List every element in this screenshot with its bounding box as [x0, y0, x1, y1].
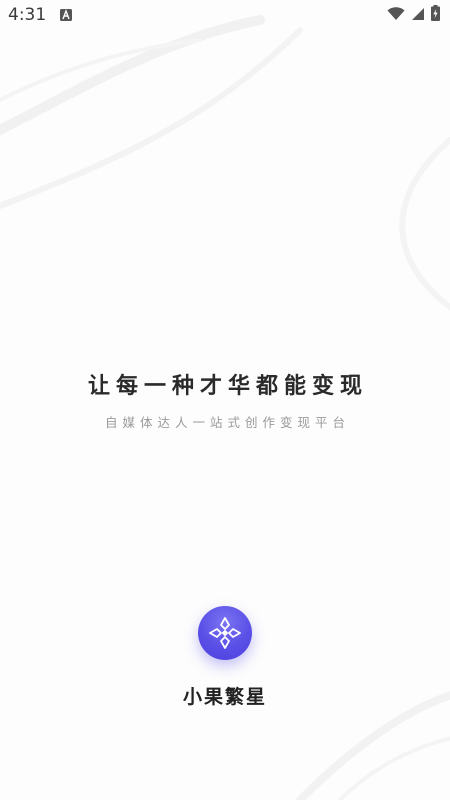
- status-left: 4:31: [8, 5, 73, 25]
- app-branding: 小果繁星: [0, 606, 450, 709]
- slogan: 让每一种才华都能变现 自媒体达人一站式创作变现平台: [0, 368, 450, 431]
- status-time: 4:31: [8, 5, 47, 25]
- splash-screen: 4:31 让每一种才华都能变现 自媒体达人一站式创作变现平台 小果繁星: [0, 0, 450, 800]
- signal-icon: [411, 6, 425, 25]
- a-icon: [60, 6, 73, 25]
- app-name: 小果繁星: [182, 686, 267, 708]
- slogan-title: 让每一种才华都能变现: [87, 374, 368, 399]
- status-right: [387, 5, 440, 25]
- status-bar: 4:31: [0, 0, 450, 30]
- diamond-star-logo-icon: [198, 606, 252, 660]
- wifi-icon: [387, 6, 405, 25]
- slogan-subtitle: 自媒体达人一站式创作变现平台: [104, 415, 350, 430]
- battery-charging-icon: [431, 5, 440, 25]
